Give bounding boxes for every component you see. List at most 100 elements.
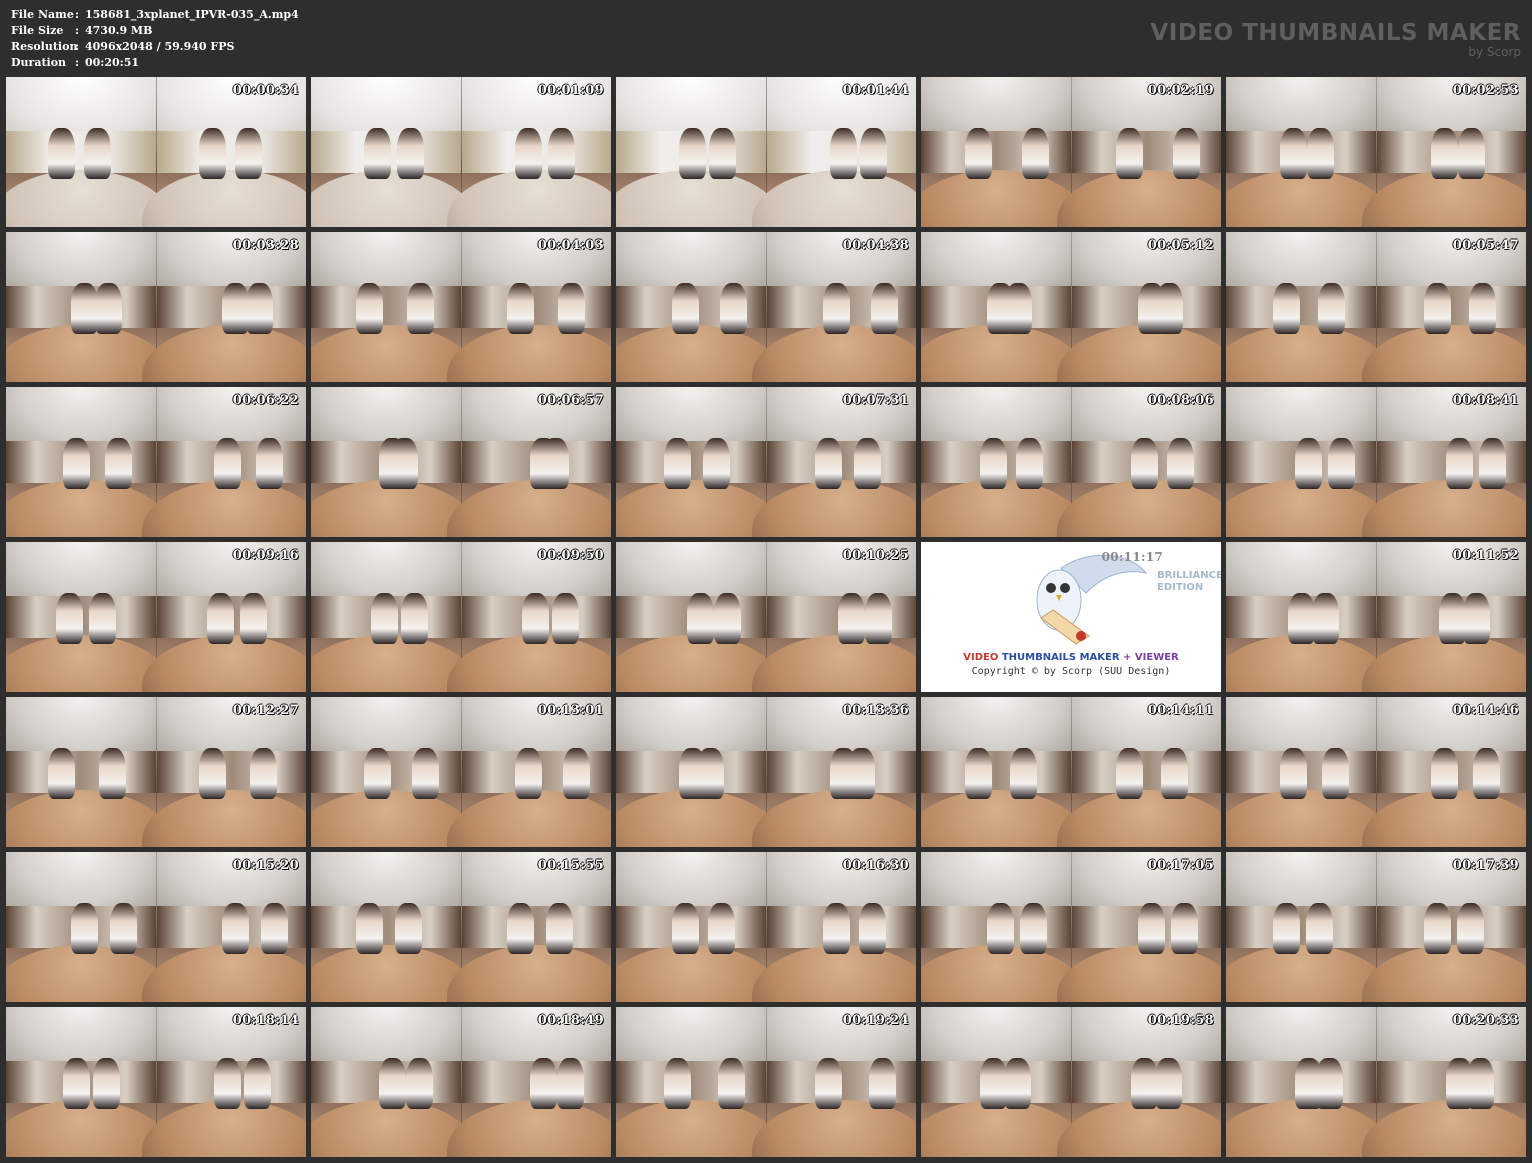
video-thumbnail[interactable]: 00:07:31 [616, 387, 916, 537]
timestamp-label: 00:01:09 [537, 83, 604, 98]
video-thumbnail[interactable]: 00:10:25 [616, 542, 916, 692]
left-eye-view [921, 232, 1086, 382]
video-thumbnail[interactable]: 00:15:55 [311, 852, 611, 1002]
video-thumbnail[interactable]: 00:09:16 [6, 542, 306, 692]
right-eye-view [1362, 852, 1526, 1002]
thumbnail-grid: 00:00:34 00:01:09 00:01:44 00:02:19 00:02:53… [6, 77, 1526, 1157]
right-eye-view [447, 387, 611, 537]
left-eye-view [311, 852, 476, 1002]
video-thumbnail[interactable]: 00:03:28 [6, 232, 306, 382]
timestamp-label: 00:08:41 [1452, 393, 1519, 408]
timestamp-label: 00:14:46 [1452, 703, 1519, 718]
left-eye-view [1226, 1007, 1391, 1157]
video-thumbnail[interactable]: 00:05:12 [921, 232, 1221, 382]
left-eye-view [1226, 232, 1391, 382]
right-eye-view [752, 852, 916, 1002]
timestamp-label: 00:05:12 [1147, 238, 1214, 253]
timestamp-label: 00:19:24 [842, 1013, 909, 1028]
left-eye-view [1226, 77, 1391, 227]
video-thumbnail[interactable]: 00:01:44 [616, 77, 916, 227]
video-thumbnail[interactable]: 00:19:24 [616, 1007, 916, 1157]
video-thumbnail[interactable]: 00:04:38 [616, 232, 916, 382]
timestamp-label: 00:04:03 [537, 238, 604, 253]
left-eye-view [6, 232, 171, 382]
timestamp-label: 00:08:06 [1147, 393, 1214, 408]
video-thumbnail[interactable]: 00:17:39 [1226, 852, 1526, 1002]
timestamp-label: 00:04:38 [842, 238, 909, 253]
right-eye-view [1057, 387, 1221, 537]
timestamp-label: 00:01:44 [842, 83, 909, 98]
brand-subtitle: by Scorp [1468, 45, 1521, 59]
timestamp-label: 00:12:27 [232, 703, 299, 718]
video-thumbnail[interactable]: 00:02:53 [1226, 77, 1526, 227]
right-eye-view [1057, 852, 1221, 1002]
video-thumbnail[interactable]: 00:09:50 [311, 542, 611, 692]
info-separator: : [75, 8, 80, 21]
timestamp-label: 00:02:19 [1147, 83, 1214, 98]
right-eye-view [1362, 1007, 1526, 1157]
info-label: File Name [11, 8, 74, 21]
video-thumbnail[interactable]: 00:15:20 [6, 852, 306, 1002]
video-thumbnail[interactable]: 00:14:11 [921, 697, 1221, 847]
left-eye-view [311, 232, 476, 382]
video-thumbnail[interactable]: 00:04:03 [311, 232, 611, 382]
video-thumbnail[interactable]: 00:20:33 [1226, 1007, 1526, 1157]
right-eye-view [752, 77, 916, 227]
video-thumbnail[interactable]: 00:01:09 [311, 77, 611, 227]
logo-edition-label: BRILLIANCE EDITION [1157, 570, 1221, 593]
left-eye-view [311, 697, 476, 847]
video-thumbnail[interactable]: 00:14:46 [1226, 697, 1526, 847]
video-thumbnail[interactable]: 00:08:41 [1226, 387, 1526, 537]
video-thumbnail[interactable]: 00:00:34 [6, 77, 306, 227]
video-thumbnail[interactable]: 00:11:52 [1226, 542, 1526, 692]
right-eye-view [142, 77, 306, 227]
right-eye-view [1362, 697, 1526, 847]
left-eye-view [616, 542, 781, 692]
timestamp-label: 00:10:25 [842, 548, 909, 563]
right-eye-view [447, 77, 611, 227]
left-eye-view [1226, 852, 1391, 1002]
video-thumbnail[interactable]: 00:06:57 [311, 387, 611, 537]
video-thumbnail[interactable]: BRILLIANCE EDITION VIDEO THUMBNAILS MAKER … [921, 542, 1221, 692]
left-eye-view [616, 1007, 781, 1157]
video-thumbnail[interactable]: 00:02:19 [921, 77, 1221, 227]
left-eye-view [616, 852, 781, 1002]
timestamp-label: 00:13:36 [842, 703, 909, 718]
right-eye-view [142, 542, 306, 692]
video-thumbnail[interactable]: 00:12:27 [6, 697, 306, 847]
info-label: File Size [11, 24, 64, 37]
video-thumbnail[interactable]: 00:18:14 [6, 1007, 306, 1157]
timestamp-label: 00:03:28 [232, 238, 299, 253]
timestamp-label: 00:11:52 [1452, 548, 1519, 563]
timestamp-label: 00:16:30 [842, 858, 909, 873]
video-thumbnail[interactable]: 00:13:36 [616, 697, 916, 847]
video-thumbnail[interactable]: 00:06:22 [6, 387, 306, 537]
left-eye-view [1226, 697, 1391, 847]
video-thumbnail[interactable]: 00:08:06 [921, 387, 1221, 537]
left-eye-view [616, 232, 781, 382]
video-thumbnail[interactable]: 00:19:58 [921, 1007, 1221, 1157]
right-eye-view [1362, 77, 1526, 227]
video-thumbnail[interactable]: 00:17:05 [921, 852, 1221, 1002]
owl-logo-icon [1036, 554, 1148, 645]
video-thumbnail[interactable]: 00:13:01 [311, 697, 611, 847]
right-eye-view [142, 387, 306, 537]
info-separator: : [75, 24, 80, 37]
left-eye-view [6, 1007, 171, 1157]
video-thumbnail[interactable]: 00:05:47 [1226, 232, 1526, 382]
left-eye-view [921, 77, 1086, 227]
left-eye-view [311, 387, 476, 537]
timestamp-label: 00:17:39 [1452, 858, 1519, 873]
info-row-file-size: File Size : 4730.9 MB [11, 23, 299, 39]
left-eye-view [6, 77, 171, 227]
info-row-resolution: Resolution : 4096x2048 / 59.940 FPS [11, 39, 299, 55]
left-eye-view [616, 697, 781, 847]
info-label: Duration [11, 56, 67, 69]
left-eye-view [311, 542, 476, 692]
brand-watermark: VIDEO THUMBNAILS MAKER by Scorp [1150, 20, 1521, 58]
video-thumbnail[interactable]: 00:18:49 [311, 1007, 611, 1157]
left-eye-view [311, 1007, 476, 1157]
timestamp-label: 00:18:49 [537, 1013, 604, 1028]
video-thumbnail[interactable]: 00:16:30 [616, 852, 916, 1002]
left-eye-view [6, 387, 171, 537]
